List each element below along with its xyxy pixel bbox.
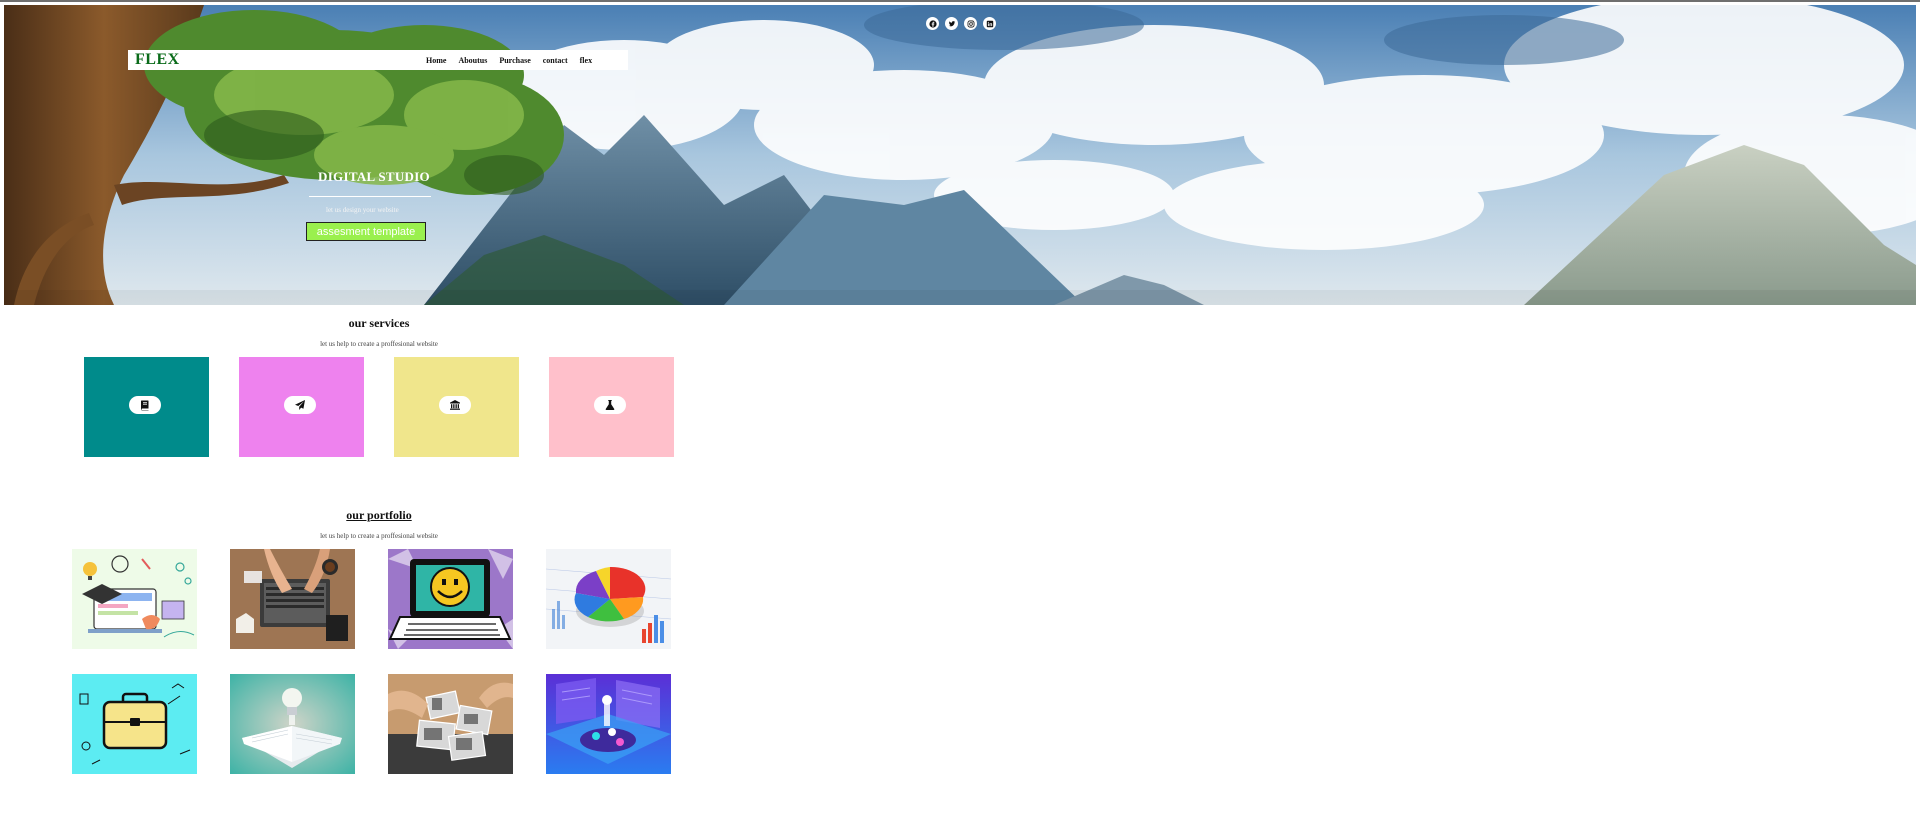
service-card-bank[interactable] [394, 357, 519, 457]
nav-link-flex[interactable]: flex [580, 56, 592, 65]
service-card-lab[interactable] [549, 357, 674, 457]
portfolio-image-briefcase[interactable] [72, 674, 197, 774]
social-links [926, 17, 996, 30]
nav-link-purchase[interactable]: Purchase [499, 56, 530, 65]
nav-link-contact[interactable]: contact [543, 56, 568, 65]
portfolio-image-open-book-lightbulb[interactable] [230, 674, 355, 774]
portfolio-image-online-learning[interactable] [72, 549, 197, 649]
service-icon-pill [439, 396, 471, 414]
top-border [0, 0, 1920, 2]
hero-subtitle: let us design your website [326, 206, 399, 214]
linkedin-icon[interactable] [983, 17, 996, 30]
services-title: our services [348, 316, 410, 330]
hero-banner: FLEX Home Aboutus Purchase contact flex … [4, 5, 1916, 305]
portfolio-image-laptop-desk[interactable] [230, 549, 355, 649]
hero-title: DIGITAL STUDIO [318, 169, 430, 184]
portfolio-image-photos-on-table[interactable] [388, 674, 513, 774]
instagram-icon[interactable] [964, 17, 977, 30]
twitter-icon[interactable] [945, 17, 958, 30]
service-icon-pill [594, 396, 626, 414]
brand-logo[interactable]: FLEX [135, 51, 180, 69]
navbar: FLEX Home Aboutus Purchase contact flex [128, 50, 628, 70]
service-icon-pill [129, 396, 161, 414]
nav-links: Home Aboutus Purchase contact flex [426, 50, 592, 70]
bank-icon [450, 400, 460, 410]
facebook-icon[interactable] [926, 17, 939, 30]
portfolio-image-pie-chart[interactable] [546, 549, 671, 649]
portfolio-image-smiley-laptop[interactable] [388, 549, 513, 649]
portfolio-title: our portfolio [346, 508, 412, 522]
flask-icon [605, 400, 615, 410]
hero-divider [309, 196, 431, 197]
portfolio-subtitle: let us help to create a proffesional web… [320, 532, 438, 540]
nav-link-home[interactable]: Home [426, 56, 446, 65]
service-card-send[interactable] [239, 357, 364, 457]
portfolio-image-isometric-workspace[interactable] [546, 674, 671, 774]
service-card-book[interactable] [84, 357, 209, 457]
book-icon [141, 400, 149, 411]
paper-plane-icon [295, 400, 305, 410]
services-subtitle: let us help to create a proffesional web… [320, 340, 438, 348]
nav-link-aboutus[interactable]: Aboutus [458, 56, 487, 65]
assessment-template-button[interactable]: assesment template [306, 222, 426, 241]
service-icon-pill [284, 396, 316, 414]
